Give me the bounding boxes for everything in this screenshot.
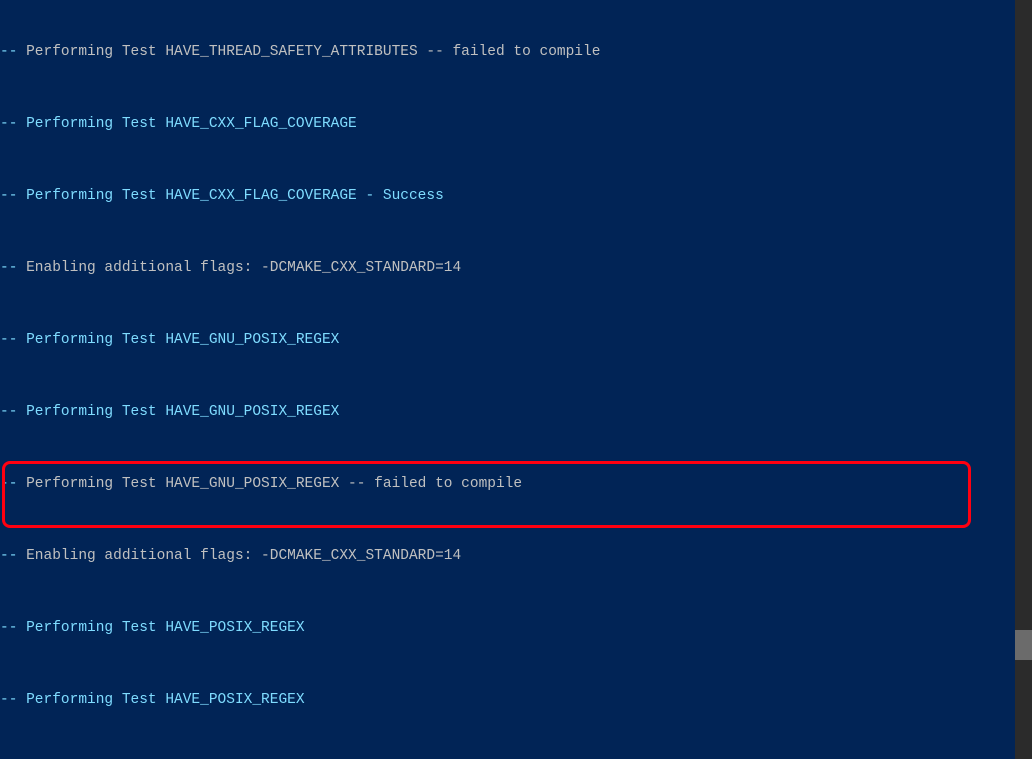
term-line: -- Enabling additional flags: -DCMAKE_CX… [0, 259, 1007, 277]
term-line: -- Enabling additional flags: -DCMAKE_CX… [0, 547, 1007, 565]
terminal-output: -- Performing Test HAVE_THREAD_SAFETY_AT… [0, 0, 1007, 759]
term-line: -- Performing Test HAVE_CXX_FLAG_COVERAG… [0, 187, 1007, 205]
term-line: -- Performing Test HAVE_GNU_POSIX_REGEX … [0, 475, 1007, 493]
scrollbar-thumb[interactable] [1015, 630, 1032, 660]
term-line: -- Performing Test HAVE_CXX_FLAG_COVERAG… [0, 115, 1007, 133]
terminal-scrollbar[interactable] [1015, 0, 1032, 759]
term-line: -- Performing Test HAVE_POSIX_REGEX [0, 619, 1007, 637]
powershell-terminal[interactable]: -- Performing Test HAVE_THREAD_SAFETY_AT… [0, 0, 1032, 759]
term-line: -- Performing Test HAVE_GNU_POSIX_REGEX [0, 331, 1007, 349]
term-line: -- Performing Test HAVE_POSIX_REGEX [0, 691, 1007, 709]
term-line: -- Performing Test HAVE_GNU_POSIX_REGEX [0, 403, 1007, 421]
term-line: -- Performing Test HAVE_THREAD_SAFETY_AT… [0, 43, 1007, 61]
